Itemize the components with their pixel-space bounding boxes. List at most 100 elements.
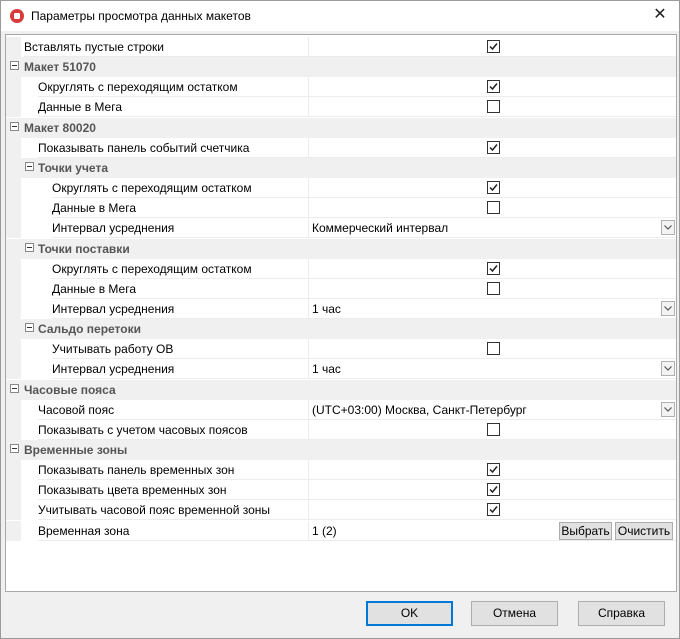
property-value[interactable] <box>308 339 676 360</box>
property-label: Интервал усреднения <box>52 359 308 380</box>
row-gutter <box>6 298 21 319</box>
chevron-down-icon[interactable] <box>661 300 675 316</box>
checkbox-checked[interactable] <box>487 483 500 497</box>
property-value[interactable] <box>308 460 676 481</box>
category-row[interactable]: Точки поставки <box>6 238 676 259</box>
checkbox-checked[interactable] <box>487 140 500 154</box>
property-row[interactable]: Учитывать работу ОВ <box>6 339 676 360</box>
property-label: Интервал усреднения <box>52 299 308 319</box>
collapse-icon[interactable] <box>10 121 19 131</box>
property-value[interactable] <box>308 178 676 199</box>
checkbox-unchecked[interactable] <box>487 100 500 114</box>
property-row[interactable]: Округлять с переходящим остатком <box>6 178 676 199</box>
property-value[interactable]: (UTC+03:00) Москва, Санкт-Петербург <box>308 399 676 420</box>
property-label: Временная зона <box>38 521 308 541</box>
row-gutter <box>6 238 21 259</box>
property-value[interactable] <box>308 77 676 98</box>
property-row[interactable]: Интервал усреднения 1 час <box>6 298 676 319</box>
property-row[interactable]: Интервал усреднения 1 час <box>6 359 676 380</box>
dropdown-value: 1 час <box>312 362 341 377</box>
checkbox-unchecked[interactable] <box>487 342 500 356</box>
cancel-button[interactable]: Отмена <box>471 601 558 626</box>
collapse-icon[interactable] <box>10 61 19 71</box>
chevron-down-icon[interactable] <box>661 401 675 417</box>
row-gutter <box>6 258 21 279</box>
property-row[interactable]: Показывать цвета временных зон <box>6 480 676 501</box>
category-row[interactable]: Сальдо перетоки <box>6 319 676 340</box>
property-value[interactable] <box>308 278 676 299</box>
property-value[interactable] <box>308 500 676 521</box>
checkbox-checked[interactable] <box>487 80 500 94</box>
property-row[interactable]: Округлять с переходящим остатком <box>6 258 676 279</box>
property-value[interactable] <box>308 258 676 279</box>
close-icon[interactable]: ✕ <box>647 4 673 26</box>
chevron-down-icon[interactable] <box>661 220 675 236</box>
property-row[interactable]: Округлять с переходящим остатком <box>6 77 676 98</box>
category-label: Макет 80020 <box>24 120 96 135</box>
row-gutter <box>6 520 21 541</box>
checkbox-checked[interactable] <box>487 181 500 195</box>
collapse-icon[interactable] <box>25 242 34 252</box>
property-value[interactable] <box>308 419 676 440</box>
collapse-icon[interactable] <box>25 161 34 171</box>
property-row[interactable]: Интервал усреднения Коммерческий интервал <box>6 218 676 239</box>
property-row[interactable]: Данные в Мега <box>6 97 676 118</box>
category-row[interactable]: Временные зоны <box>6 440 676 460</box>
ok-button[interactable]: OK <box>366 601 453 626</box>
row-gutter <box>6 137 21 158</box>
property-value[interactable] <box>308 37 676 57</box>
property-label: Данные в Мега <box>38 97 308 118</box>
property-row[interactable]: Часовой пояс (UTC+03:00) Москва, Санкт-Пе… <box>6 399 676 420</box>
title-bar[interactable]: Параметры просмотра данных макетов ✕ <box>1 1 679 31</box>
property-label: Учитывать работу ОВ <box>52 339 308 360</box>
property-value[interactable] <box>308 480 676 501</box>
category-label: Временные зоны <box>24 443 128 457</box>
property-row[interactable]: Временная зона 1 (2) Выбрать Очистить <box>6 520 676 541</box>
property-label: Интервал усреднения <box>52 218 308 239</box>
collapse-icon[interactable] <box>10 383 19 393</box>
property-row[interactable]: Данные в Мега <box>6 198 676 219</box>
category-row[interactable]: Макет 51070 <box>6 57 676 78</box>
checkbox-checked[interactable] <box>487 40 500 53</box>
checkbox-checked[interactable] <box>487 261 500 275</box>
property-value[interactable] <box>308 97 676 118</box>
category-row[interactable]: Точки учета <box>6 157 676 178</box>
property-grid[interactable]: Вставлять пустые строки Макет 51070 Округл… <box>5 34 677 592</box>
row-gutter <box>6 500 21 521</box>
property-row[interactable]: Показывать панель событий счетчика <box>6 137 676 158</box>
help-button[interactable]: Справка <box>578 601 665 626</box>
property-row[interactable]: Учитывать часовой пояс временной зоны <box>6 500 676 521</box>
checkbox-unchecked[interactable] <box>487 422 500 436</box>
collapse-icon[interactable] <box>10 444 19 453</box>
clear-button[interactable]: Очистить <box>615 521 673 540</box>
property-row[interactable]: Показывать с учетом часовых поясов <box>6 419 676 440</box>
row-gutter <box>6 97 21 118</box>
window-title: Параметры просмотра данных макетов <box>31 9 251 23</box>
property-label: Часовой пояс <box>38 400 308 420</box>
property-value[interactable]: 1 час <box>308 298 676 319</box>
category-label: Часовые пояса <box>24 382 116 397</box>
checkbox-checked[interactable] <box>487 463 500 477</box>
property-value[interactable]: 1 (2) Выбрать Очистить <box>308 520 676 541</box>
property-value[interactable]: 1 час <box>308 359 676 380</box>
property-value[interactable]: Коммерческий интервал <box>308 218 676 239</box>
property-value[interactable] <box>308 198 676 219</box>
row-gutter <box>6 399 21 420</box>
property-label: Данные в Мега <box>52 198 308 219</box>
row-gutter <box>6 157 21 178</box>
checkbox-checked[interactable] <box>487 503 500 517</box>
checkbox-unchecked[interactable] <box>487 281 500 295</box>
checkbox-unchecked[interactable] <box>487 201 500 215</box>
property-row[interactable]: Вставлять пустые строки <box>6 37 676 57</box>
dropdown-value: Коммерческий интервал <box>312 221 449 236</box>
app-icon <box>10 9 24 23</box>
collapse-icon[interactable] <box>25 323 34 333</box>
category-label: Точки поставки <box>38 241 130 256</box>
category-row[interactable]: Макет 80020 <box>6 117 676 138</box>
property-row[interactable]: Данные в Мега <box>6 278 676 299</box>
property-row[interactable]: Показывать панель временных зон <box>6 460 676 481</box>
property-value[interactable] <box>308 137 676 158</box>
chevron-down-icon[interactable] <box>661 361 675 377</box>
select-button[interactable]: Выбрать <box>559 521 612 540</box>
category-row[interactable]: Часовые пояса <box>6 379 676 400</box>
